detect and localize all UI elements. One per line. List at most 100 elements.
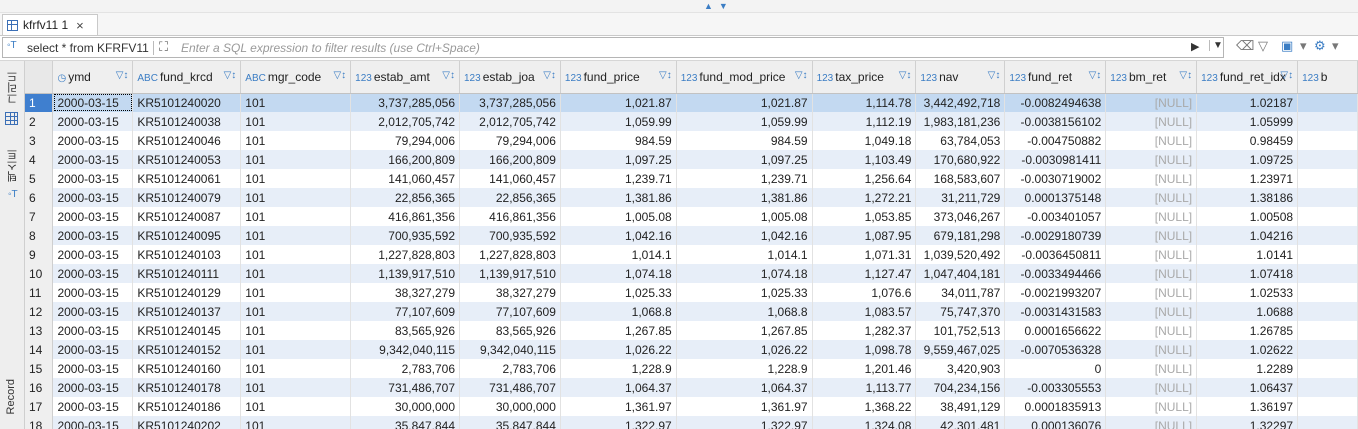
collapse-arrows-icon[interactable]: ▲▼ [704,1,734,11]
table-cell[interactable]: -0.0082494638 [1004,93,1107,112]
table-row[interactable]: 14 2000-03-15 KR5101240152 101 9,342,040,115… [25,340,1358,359]
table-cell[interactable]: 83,565,926 [350,321,460,340]
table-cell[interactable]: 1,064.37 [676,378,813,397]
table-cell[interactable]: 1,114.78 [812,93,917,112]
table-cell[interactable]: 101 [240,150,352,169]
table-cell[interactable]: 1.38186 [1196,188,1299,207]
table-cell[interactable]: 1,026.22 [676,340,813,359]
table-cell[interactable]: 1,361.97 [560,397,677,416]
sort-filter-icon[interactable]: ▽↕ [795,70,808,81]
results-tab[interactable]: kfrfv11 1 × [2,14,98,35]
eraser-icon[interactable]: ⌫ [1236,38,1254,54]
table-cell[interactable]: 1.02187 [1196,93,1299,112]
table-cell[interactable]: [NULL] [1105,207,1198,226]
table-cell[interactable]: 1,047,404,181 [915,264,1006,283]
table-cell[interactable]: -0.0070536328 [1004,340,1107,359]
table-cell[interactable]: 75,747,370 [915,302,1006,321]
table-cell[interactable]: -0.0033494466 [1004,264,1107,283]
expand-icon[interactable]: ⛶ [159,39,168,55]
sort-filter-icon[interactable]: ▽↕ [1179,70,1192,81]
table-row[interactable]: 8 2000-03-15 KR5101240095 101 700,935,592 700… [25,226,1358,245]
sort-filter-icon[interactable]: ▽↕ [442,70,455,81]
column-header-tax-price[interactable]: 123 tax_price ▽↕ [812,61,917,94]
table-row[interactable]: 18 2000-03-15 KR5101240202 101 35,847,844 35,… [25,416,1358,429]
table-cell[interactable]: 1,071.31 [812,245,917,264]
table-cell[interactable]: -0.0030981411 [1004,150,1107,169]
table-cell[interactable]: [NULL] [1105,378,1198,397]
results-grid[interactable]: ◷ ymd ▽↕ ABC fund_krcd ▽↕ ABC mgr_code ▽↕ 123 esta… [25,61,1358,429]
table-cell[interactable]: 1,039,520,492 [915,245,1006,264]
table-cell[interactable] [1297,359,1358,378]
table-cell[interactable]: 2,783,706 [350,359,460,378]
table-cell[interactable]: 79,294,006 [350,131,460,150]
table-cell[interactable]: 22,856,365 [350,188,460,207]
row-number[interactable]: 7 [25,207,54,226]
table-cell[interactable]: 166,200,809 [459,150,561,169]
table-cell[interactable]: 1,049.18 [812,131,917,150]
table-cell[interactable] [1297,321,1358,340]
table-cell[interactable]: 0.0001656622 [1004,321,1107,340]
table-cell[interactable]: 2000-03-15 [52,397,134,416]
row-number[interactable]: 12 [25,302,54,321]
table-cell[interactable]: 101 [240,416,352,429]
table-cell[interactable]: 1,068.8 [560,302,677,321]
table-cell[interactable]: 9,559,467,025 [915,340,1006,359]
table-cell[interactable]: 2000-03-15 [52,340,134,359]
column-header-mgr-code[interactable]: ABC mgr_code ▽↕ [240,61,352,94]
table-cell[interactable]: 1,324.08 [812,416,917,429]
table-cell[interactable]: 1,026.22 [560,340,677,359]
table-cell[interactable]: 679,181,298 [915,226,1006,245]
row-number[interactable]: 4 [25,150,54,169]
sort-filter-icon[interactable]: ▽↕ [224,70,237,81]
table-cell[interactable]: 373,046,267 [915,207,1006,226]
table-cell[interactable]: 1.26785 [1196,321,1299,340]
table-row[interactable]: 7 2000-03-15 KR5101240087 101 416,861,356 416… [25,207,1358,226]
table-cell[interactable]: 1,025.33 [676,283,813,302]
table-cell[interactable]: KR5101240061 [132,169,242,188]
table-cell[interactable]: 77,107,609 [350,302,460,321]
table-cell[interactable]: [NULL] [1105,264,1198,283]
table-cell[interactable]: -0.003401057 [1004,207,1107,226]
table-row[interactable]: 1 2000-03-15 KR5101240020 101 3,737,285,056 3… [25,93,1358,112]
table-cell[interactable]: [NULL] [1105,340,1198,359]
table-cell[interactable]: 34,011,787 [915,283,1006,302]
table-cell[interactable]: 1,201.46 [812,359,917,378]
table-cell[interactable]: 700,935,592 [459,226,561,245]
table-cell[interactable]: 101 [240,321,352,340]
table-cell[interactable]: KR5101240087 [132,207,242,226]
table-row[interactable]: 11 2000-03-15 KR5101240129 101 38,327,279 38,… [25,283,1358,302]
table-cell[interactable]: KR5101240079 [132,188,242,207]
table-cell[interactable]: 416,861,356 [350,207,460,226]
table-cell[interactable]: 1,042.16 [560,226,677,245]
table-cell[interactable] [1297,245,1358,264]
table-cell[interactable]: KR5101240129 [132,283,242,302]
table-cell[interactable]: [NULL] [1105,359,1198,378]
row-number[interactable]: 8 [25,226,54,245]
table-cell[interactable]: [NULL] [1105,397,1198,416]
table-cell[interactable]: 2000-03-15 [52,416,134,429]
table-cell[interactable] [1297,264,1358,283]
table-cell[interactable]: 2,783,706 [459,359,561,378]
table-cell[interactable]: KR5101240020 [132,93,242,112]
table-row[interactable]: 5 2000-03-15 KR5101240061 101 141,060,457 141… [25,169,1358,188]
table-row[interactable]: 10 2000-03-15 KR5101240111 101 1,139,917,510… [25,264,1358,283]
table-cell[interactable]: 1,059.99 [676,112,813,131]
table-cell[interactable]: 101 [240,397,352,416]
table-cell[interactable]: 35,847,844 [459,416,561,429]
table-cell[interactable]: [NULL] [1105,93,1198,112]
table-cell[interactable]: 1,272.21 [812,188,917,207]
row-number[interactable]: 9 [25,245,54,264]
text-icon[interactable]: ◦T [8,189,18,200]
table-cell[interactable]: 1,227,828,803 [459,245,561,264]
table-row[interactable]: 9 2000-03-15 KR5101240103 101 1,227,828,803 1… [25,245,1358,264]
row-number[interactable]: 1 [25,93,54,112]
table-cell[interactable]: 2000-03-15 [52,264,134,283]
table-cell[interactable] [1297,226,1358,245]
table-cell[interactable] [1297,93,1358,112]
table-cell[interactable] [1297,397,1358,416]
table-cell[interactable]: 1,139,917,510 [459,264,561,283]
table-cell[interactable]: 1.04216 [1196,226,1299,245]
table-cell[interactable]: 1,267.85 [676,321,813,340]
table-cell[interactable]: 35,847,844 [350,416,460,429]
table-cell[interactable]: 1,059.99 [560,112,677,131]
